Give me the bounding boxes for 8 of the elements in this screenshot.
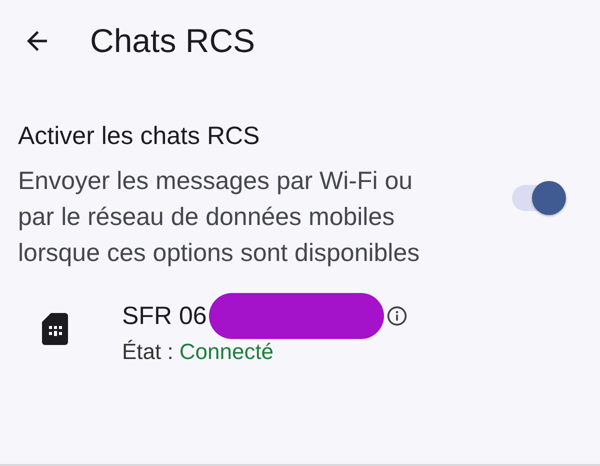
status-value: Connecté	[179, 339, 274, 365]
sim-card-icon	[42, 313, 68, 345]
setting-description: Envoyer les messages par Wi-Fi ou par le réseau de données mobiles lorsque ces options sont disponibles	[18, 166, 421, 269]
status-label: État :	[122, 339, 174, 365]
page-title: Chats RCS	[90, 22, 256, 60]
setting-title: Activer les chats RCS	[18, 122, 261, 151]
sim-name: SFR 06	[122, 302, 207, 330]
info-icon[interactable]	[386, 305, 408, 327]
